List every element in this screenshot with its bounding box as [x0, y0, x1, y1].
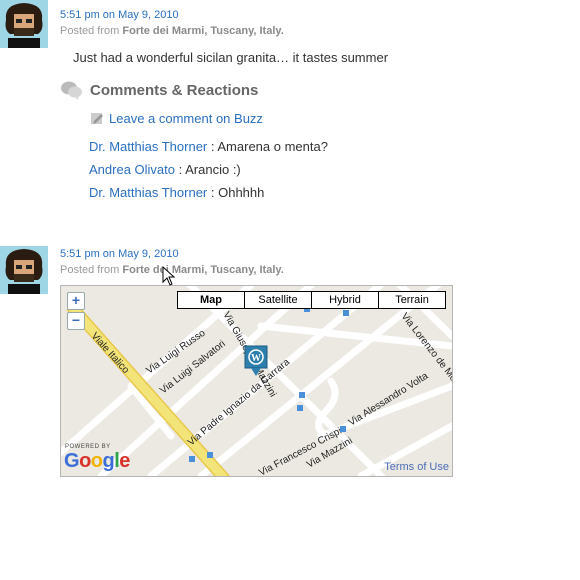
posted-from-prefix: Posted from	[60, 25, 120, 37]
leave-comment-link[interactable]: Leave a comment on Buzz	[90, 111, 263, 126]
posted-from-prefix: Posted from	[60, 264, 120, 276]
map-widget[interactable]: Viale Italico Via Luigi Russo Via Luigi …	[60, 285, 453, 477]
comment-icon	[91, 112, 103, 124]
map-type-hybrid-button[interactable]: Hybrid	[311, 292, 378, 308]
avatar	[0, 0, 48, 48]
post-text: Just had a wonderful sicilan granita… it…	[73, 50, 389, 65]
leave-comment-label: Leave a comment on Buzz	[109, 111, 263, 126]
post-timestamp[interactable]: 5:51 pm on May 9, 2010	[60, 9, 179, 21]
mouse-cursor-icon	[162, 266, 176, 286]
map-tiles[interactable]: Viale Italico Via Luigi Russo Via Luigi …	[61, 286, 452, 476]
speech-bubbles-icon	[61, 81, 82, 100]
posted-from: Posted from Forte dei Marmi, Tuscany, It…	[60, 25, 284, 37]
location-link[interactable]: Forte dei Marmi, Tuscany, Italy.	[122, 25, 283, 37]
map-type-control: Map Satellite Hybrid Terrain	[177, 291, 446, 309]
comments-section-header: Comments & Reactions	[60, 80, 258, 100]
map-type-satellite-button[interactable]: Satellite	[244, 292, 311, 308]
post-timestamp[interactable]: 5:51 pm on May 9, 2010	[60, 248, 179, 260]
svg-text:W: W	[251, 353, 261, 364]
comment-separator: :	[207, 139, 218, 154]
avatar	[0, 246, 48, 294]
comment-separator: :	[207, 185, 219, 200]
map-type-map-button[interactable]: Map	[178, 292, 244, 308]
terms-of-use-link[interactable]: Terms of Use	[384, 461, 449, 473]
location-link[interactable]: Forte dei Marmi, Tuscany, Italy.	[122, 264, 283, 276]
comment-separator: :	[175, 162, 186, 177]
map-type-terrain-button[interactable]: Terrain	[378, 292, 445, 308]
comment-text: Arancio :)	[185, 162, 241, 177]
comment-author-link[interactable]: Dr. Matthias Thorner	[89, 139, 207, 154]
comment-author-link[interactable]: Andrea Olivato	[89, 162, 175, 177]
avatar-image	[0, 0, 48, 48]
comment-item: Andrea Olivato : Arancio :)	[89, 162, 241, 177]
zoom-in-button[interactable]: +	[67, 292, 85, 310]
zoom-out-button[interactable]: −	[67, 312, 85, 330]
comment-text: Amarena o menta?	[217, 139, 328, 154]
comment-text: Ohhhhh	[218, 185, 265, 200]
avatar-image	[0, 246, 48, 294]
comment-author-link[interactable]: Dr. Matthias Thorner	[89, 185, 207, 200]
comments-heading: Comments & Reactions	[90, 81, 259, 99]
google-logo[interactable]: Google	[64, 450, 130, 473]
comment-item: Dr. Matthias Thorner : Ohhhhh	[89, 185, 264, 200]
comment-item: Dr. Matthias Thorner : Amarena o menta?	[89, 139, 328, 154]
